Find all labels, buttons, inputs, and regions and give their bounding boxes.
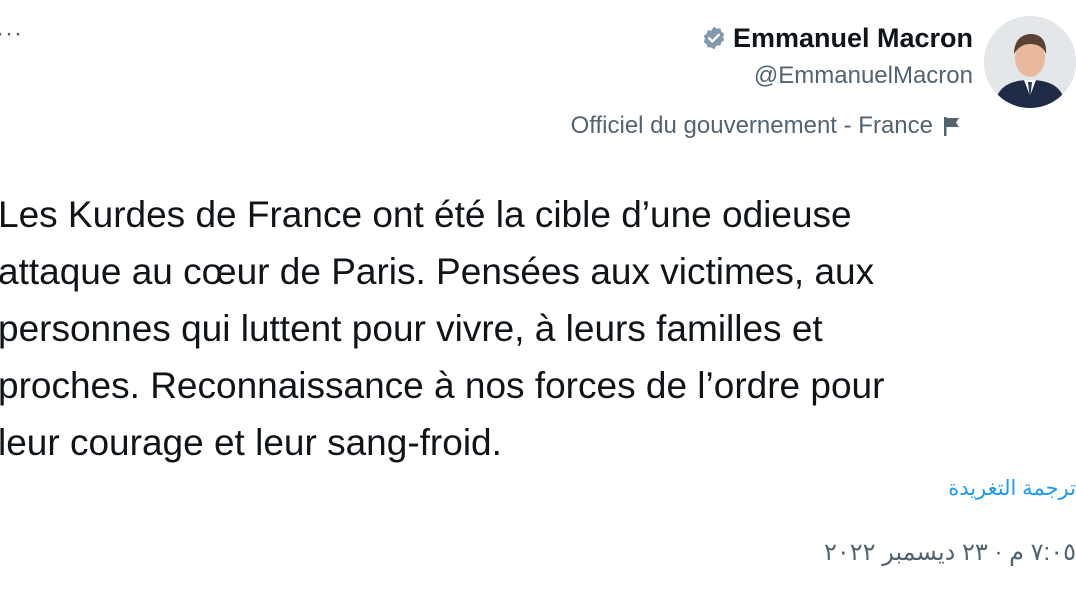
tweet-text-line: Les Kurdes de France ont été la cible d’… <box>0 194 852 235</box>
flag-icon <box>941 114 963 138</box>
tweet-text: Les Kurdes de France ont été la cible d’… <box>0 186 1058 471</box>
tweet-detail: ··· Emmanuel Macron @EmmanuelMacron Offi… <box>0 0 1076 604</box>
verified-badge-icon <box>701 25 727 51</box>
avatar[interactable] <box>984 16 1076 108</box>
author-name-row: Emmanuel Macron <box>701 20 973 56</box>
author-handle[interactable]: @EmmanuelMacron <box>701 62 973 90</box>
more-options-button[interactable]: ··· <box>0 22 23 46</box>
author-block: Emmanuel Macron @EmmanuelMacron <box>701 20 973 90</box>
translate-tweet-link[interactable]: ترجمة التغريدة <box>948 476 1076 501</box>
government-label[interactable]: Officiel du gouvernement - France <box>571 112 963 140</box>
tweet-text-line: leur courage et leur sang-froid. <box>0 422 502 463</box>
more-horizontal-icon: ··· <box>0 20 23 47</box>
government-label-text: Officiel du gouvernement - France <box>570 112 933 139</box>
author-name[interactable]: Emmanuel Macron <box>733 23 973 54</box>
tweet-text-line: personnes qui luttent pour vivre, à leur… <box>0 308 823 349</box>
tweet-timestamp[interactable]: ٧:٠٥ م · ٢٣ ديسمبر ٢٠٢٢ <box>824 538 1076 567</box>
tweet-text-line: attaque au cœur de Paris. Pensées aux vi… <box>0 251 875 292</box>
tweet-text-line: proches. Reconnaissance à nos forces de … <box>0 365 885 406</box>
